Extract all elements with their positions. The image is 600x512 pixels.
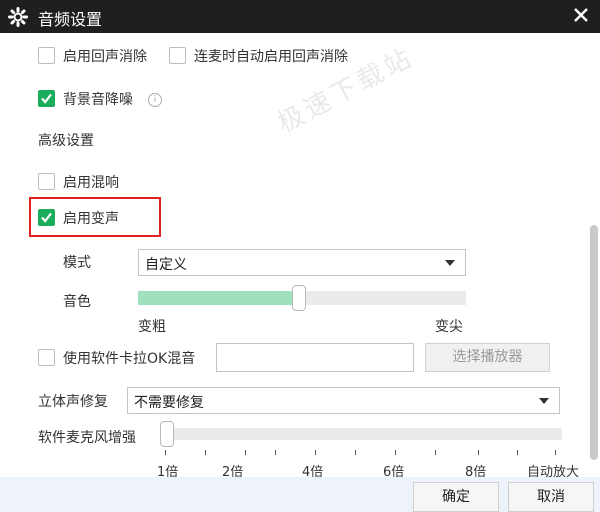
footer-bar: 确定 取消 — [0, 477, 600, 512]
mode-select[interactable]: 自定义 — [138, 249, 466, 276]
stereo-select[interactable]: 不需要修复 — [127, 387, 560, 414]
tone-slider-handle[interactable] — [292, 285, 306, 311]
cancel-button[interactable]: 取消 — [508, 482, 594, 512]
dropdown-arrow-icon — [445, 260, 455, 266]
tone-label: 音色 — [63, 294, 91, 310]
mic-echo-cancel-checkbox[interactable] — [169, 47, 186, 64]
echo-cancel-checkbox[interactable] — [38, 47, 55, 64]
checkmark-icon — [41, 212, 52, 223]
title-bar: 音频设置 — [0, 0, 600, 33]
tone-slider-fill — [138, 291, 299, 305]
voice-change-checkbox[interactable] — [38, 209, 55, 226]
denoise-label: 背景音降噪 — [63, 92, 133, 108]
mic-boost-handle[interactable] — [160, 421, 174, 447]
karaoke-checkbox[interactable] — [38, 349, 55, 366]
select-player-button[interactable]: 选择播放器 — [425, 343, 550, 372]
tick-mark — [355, 450, 356, 455]
player-path-input[interactable] — [216, 343, 414, 372]
tick-mark — [165, 450, 166, 455]
window-title: 音频设置 — [38, 10, 103, 29]
tick-mark — [517, 450, 518, 455]
reverb-label: 启用混响 — [63, 175, 119, 191]
mode-label: 模式 — [63, 255, 91, 271]
gear-icon — [8, 7, 28, 27]
tone-min-label: 变粗 — [138, 319, 166, 335]
tick-mark — [245, 450, 246, 455]
ok-button[interactable]: 确定 — [413, 482, 499, 512]
denoise-checkbox[interactable] — [38, 90, 55, 107]
tick-mark — [275, 450, 276, 455]
close-button[interactable] — [570, 4, 592, 26]
reverb-checkbox[interactable] — [38, 173, 55, 190]
echo-cancel-label: 启用回声消除 — [63, 49, 147, 65]
tone-max-label: 变尖 — [435, 319, 463, 335]
tick-mark — [435, 450, 436, 455]
tick-mark — [205, 450, 206, 455]
close-icon — [574, 8, 588, 22]
tick-mark — [555, 450, 556, 455]
voice-change-label: 启用变声 — [63, 211, 119, 227]
dropdown-arrow-icon — [539, 398, 549, 404]
checkmark-icon — [41, 93, 52, 104]
tick-mark — [315, 450, 316, 455]
stereo-value: 不需要修复 — [134, 395, 204, 411]
tick-mark — [478, 450, 479, 455]
mode-value: 自定义 — [145, 257, 187, 273]
advanced-heading: 高级设置 — [38, 133, 94, 149]
tick-mark — [395, 450, 396, 455]
stereo-label: 立体声修复 — [38, 394, 108, 410]
karaoke-label: 使用软件卡拉OK混音 — [63, 351, 196, 367]
info-icon[interactable]: i — [148, 93, 162, 107]
mic-boost-track[interactable] — [160, 428, 562, 440]
scrollbar[interactable] — [590, 225, 598, 460]
mic-boost-label: 软件麦克风增强 — [38, 430, 136, 446]
mic-echo-cancel-label: 连麦时自动启用回声消除 — [194, 49, 348, 65]
